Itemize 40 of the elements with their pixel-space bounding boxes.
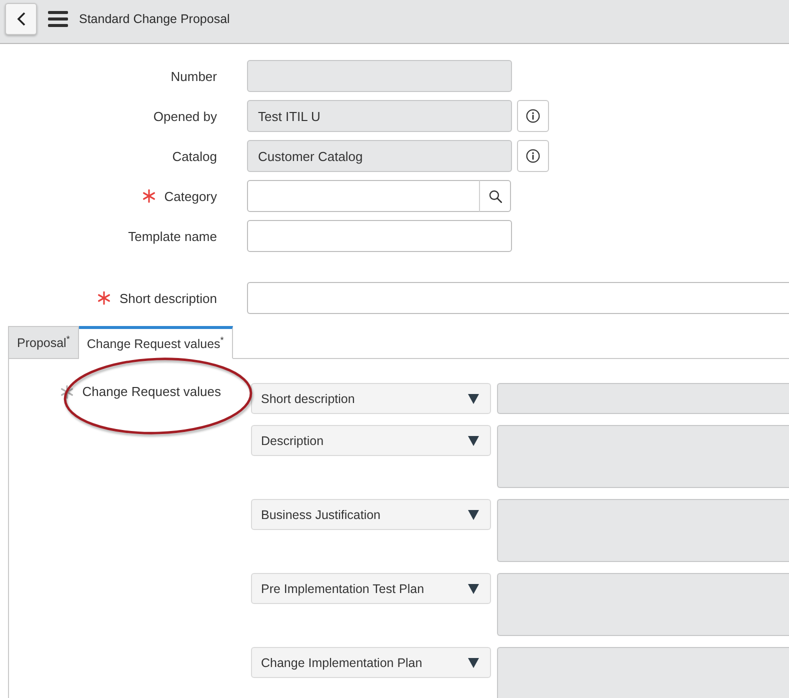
section-label: Change Request values bbox=[82, 384, 221, 399]
value-field[interactable] bbox=[497, 573, 789, 636]
readonly-field: Customer Catalog bbox=[247, 140, 512, 172]
info-button[interactable] bbox=[517, 140, 549, 172]
tab[interactable]: Change Request values$^{*}$ bbox=[78, 326, 233, 359]
field-select[interactable]: Business Justification bbox=[251, 499, 491, 530]
caret-icon bbox=[468, 584, 479, 594]
readonly-field: Test ITIL U bbox=[247, 100, 512, 132]
menu-icon bbox=[48, 11, 68, 27]
value-field[interactable] bbox=[497, 425, 789, 488]
text-field[interactable] bbox=[247, 220, 512, 252]
field-label: Catalog bbox=[172, 148, 217, 164]
field-select[interactable]: Pre Implementation Test Plan bbox=[251, 573, 491, 604]
field-select[interactable]: Short description bbox=[251, 383, 491, 414]
value-field[interactable] bbox=[497, 647, 789, 698]
menu-button[interactable] bbox=[48, 11, 68, 27]
field-select[interactable]: Description bbox=[251, 425, 491, 456]
caret-icon bbox=[468, 658, 479, 668]
field-label: Number bbox=[170, 68, 217, 84]
page-title: Standard Change Proposal bbox=[79, 12, 230, 26]
value-field[interactable] bbox=[497, 499, 789, 562]
reference-field[interactable] bbox=[247, 180, 480, 212]
text-field[interactable] bbox=[247, 282, 789, 314]
field-select[interactable]: Change Implementation Plan bbox=[251, 647, 491, 678]
field-label: Short description bbox=[119, 290, 217, 306]
info-icon bbox=[526, 149, 540, 163]
info-button[interactable] bbox=[517, 100, 549, 132]
info-icon bbox=[526, 109, 540, 123]
value-field[interactable] bbox=[497, 383, 789, 414]
back-button[interactable] bbox=[5, 3, 37, 35]
caret-icon bbox=[468, 436, 479, 446]
back-chevron-icon bbox=[16, 12, 26, 26]
search-icon bbox=[488, 190, 502, 202]
field-label: Opened by bbox=[153, 108, 217, 124]
search-button[interactable] bbox=[479, 180, 511, 212]
tab[interactable]: Proposal$^{*}$ bbox=[8, 326, 79, 359]
field-label: Template name bbox=[128, 228, 217, 244]
field-label: Category bbox=[164, 188, 217, 204]
caret-icon bbox=[468, 510, 479, 520]
caret-icon bbox=[468, 394, 479, 404]
